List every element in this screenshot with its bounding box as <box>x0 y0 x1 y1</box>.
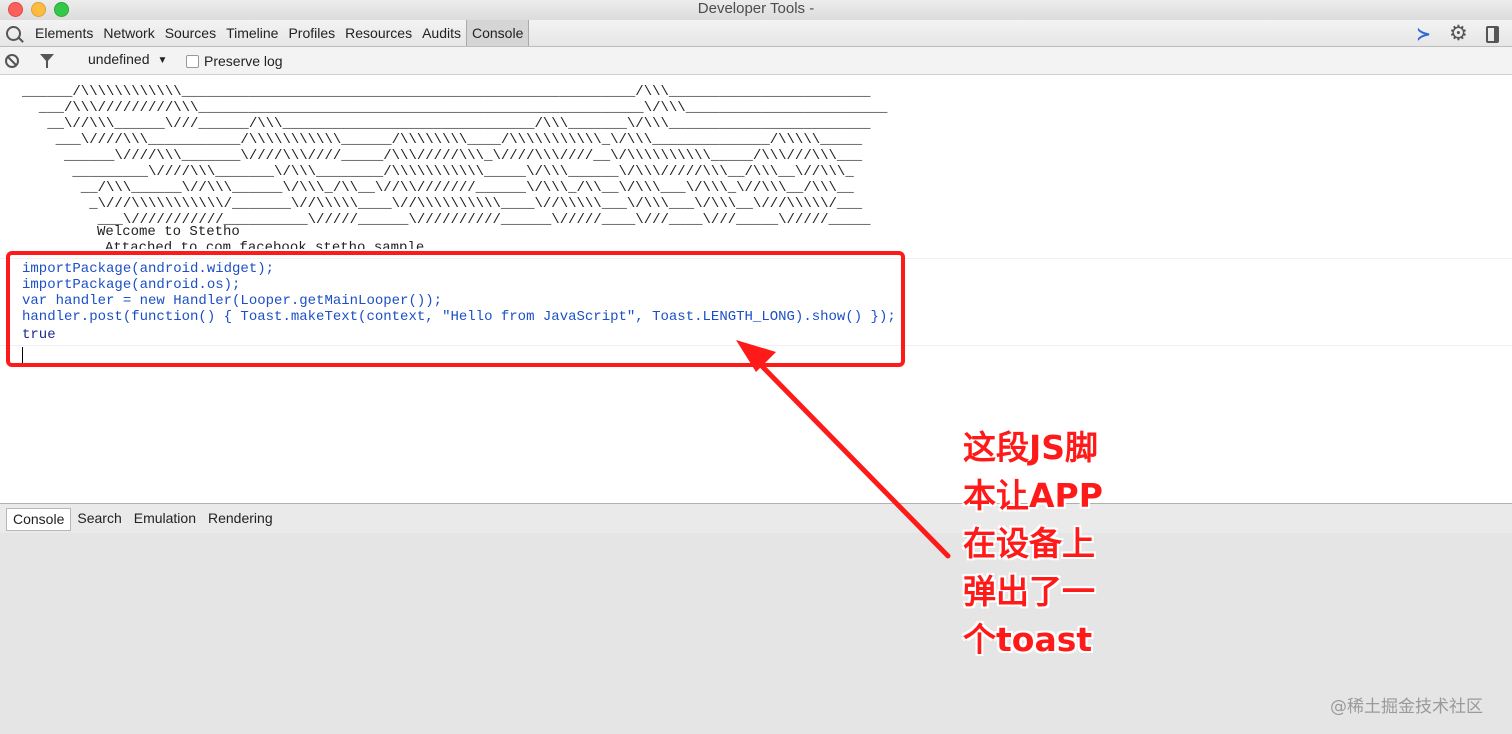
preserve-log-option[interactable]: Preserve log <box>186 53 283 69</box>
window-title: Developer Tools - <box>697 0 815 17</box>
context-value: undefined <box>88 51 150 67</box>
tab-elements[interactable]: Elements <box>30 20 98 46</box>
drawer-tab-console[interactable]: Console <box>6 508 72 531</box>
drawer-tabs: Console Search Emulation Rendering <box>6 508 279 531</box>
search-icon[interactable] <box>6 26 21 41</box>
execution-context-select[interactable]: undefined ▼ <box>88 51 167 67</box>
tab-sources[interactable]: Sources <box>160 20 221 46</box>
drawer-pane <box>0 533 1512 734</box>
show-drawer-icon[interactable]: ≻ <box>1416 24 1431 45</box>
drawer-tab-search[interactable]: Search <box>71 508 127 531</box>
annotation-text: 这段JS脚 本让APP 在设备上 弹出了一 个toast <box>963 424 1123 664</box>
annotation-line: 本让APP <box>963 476 1103 515</box>
tab-audits[interactable]: Audits <box>417 20 466 46</box>
tab-console[interactable]: Console <box>466 20 530 46</box>
panel-tabs: Elements Network Sources Timeline Profil… <box>30 20 530 46</box>
annotation-line: 弹出了一 <box>963 572 1095 611</box>
tab-resources[interactable]: Resources <box>340 20 417 46</box>
console-toolbar: undefined ▼ Preserve log <box>0 47 1512 75</box>
welcome-message: Welcome to Stetho <box>97 224 240 240</box>
attached-message: Attached to com.facebook.stetho.sample <box>105 240 425 249</box>
drawer-tab-bar: Console Search Emulation Rendering <box>0 503 1512 534</box>
main-tab-bar: Elements Network Sources Timeline Profil… <box>0 20 1512 47</box>
dock-icon[interactable] <box>1486 26 1499 43</box>
annotation-line: 在设备上 <box>963 524 1095 563</box>
chevron-down-icon: ▼ <box>157 55 168 66</box>
tab-timeline[interactable]: Timeline <box>221 20 283 46</box>
tab-network[interactable]: Network <box>98 20 159 46</box>
drawer-tab-emulation[interactable]: Emulation <box>128 508 202 531</box>
preserve-log-checkbox[interactable] <box>186 54 199 68</box>
tab-profiles[interactable]: Profiles <box>283 20 340 46</box>
title-bar: Developer Tools - <box>0 0 1512 21</box>
watermark: @稀土掘金技术社区 <box>1330 697 1483 717</box>
filter-icon[interactable] <box>40 54 54 68</box>
stetho-ascii-banner: ______/\\\\\\\\\\\\_____________________… <box>22 84 888 228</box>
gear-icon[interactable]: ⚙ <box>1449 21 1468 45</box>
drawer-tab-rendering[interactable]: Rendering <box>202 508 279 531</box>
highlight-box <box>6 251 905 367</box>
annotation-line: 个toast <box>963 620 1093 659</box>
preserve-log-label: Preserve log <box>204 53 283 69</box>
annotation-line: 这段JS脚 <box>963 428 1099 467</box>
clear-console-icon[interactable] <box>5 54 19 68</box>
